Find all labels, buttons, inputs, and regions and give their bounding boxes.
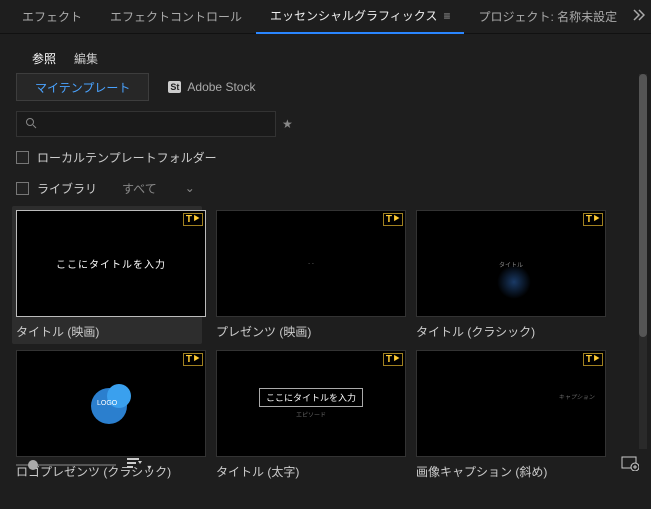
thumb-text: - - [308,261,314,267]
scrollbar-thumb[interactable] [639,74,647,337]
stock-icon: St [168,81,181,93]
sort-menu-button[interactable]: ▾ [126,456,151,473]
tab-essential-graphics[interactable]: エッセンシャルグラフィックス ≡ [256,0,464,34]
subtab-browse[interactable]: 参照 [32,50,56,67]
mogrt-badge-icon: T⯈ [183,213,203,226]
tab-effect-controls[interactable]: エフェクトコントロール [96,0,256,34]
thumb-subtext: エピソード [296,410,326,419]
zoom-slider[interactable] [16,464,116,466]
tab-label: エッセンシャルグラフィックス [270,7,437,24]
library-dropdown[interactable]: すべて ⌄ [113,176,204,200]
template-label: プレゼンツ (映画) [216,323,406,340]
overflow-icon[interactable] [631,8,645,25]
filter-library[interactable]: ライブラリ すべて ⌄ [16,176,635,200]
scrollbar[interactable] [639,74,647,449]
template-card[interactable]: T⯈ タイトル タイトル (クラシック) [416,210,606,340]
template-thumbnail: T⯈ - - [216,210,406,317]
thumb-text: ここにタイトルを入力 [56,256,166,271]
thumb-text: キャプション [558,392,596,401]
thumb-text: ここにタイトルを入力 [259,388,363,407]
chevron-down-icon: ⌄ [185,181,195,195]
panel-tabs: エフェクト エフェクトコントロール エッセンシャルグラフィックス ≡ プロジェク… [0,0,651,34]
source-tabs: マイテンプレート St Adobe Stock [16,73,635,101]
sub-tabs: 参照 編集 [16,40,635,73]
mogrt-badge-icon: T⯈ [383,353,403,366]
tab-project[interactable]: プロジェクト: 名称未設定 [464,0,631,34]
panel-menu-icon[interactable]: ≡ [443,9,450,23]
template-thumbnail: T⯈ ここにタイトルを入力 [16,210,206,317]
mogrt-badge-icon: T⯈ [583,353,603,366]
mogrt-badge-icon: T⯈ [183,353,203,366]
mogrt-badge-icon: T⯈ [583,213,603,226]
mogrt-badge-icon: T⯈ [383,213,403,226]
search-row: ★ [16,111,635,137]
template-card[interactable]: T⯈ ここにタイトルを入力 タイトル (映画) [12,206,202,344]
filter-label: ライブラリ [37,180,97,197]
template-thumbnail: T⯈ LOGO [16,350,206,457]
source-tab-label: Adobe Stock [187,80,255,94]
source-tab-adobe-stock[interactable]: St Adobe Stock [149,73,274,101]
favorites-star-icon[interactable]: ★ [282,117,293,131]
panel-body: 参照 編集 マイテンプレート St Adobe Stock ★ ローカルテンプレ… [0,34,651,479]
template-thumbnail: T⯈ キャプション [416,350,606,457]
new-item-button[interactable] [621,455,639,474]
checkbox-icon [16,182,29,195]
search-input[interactable] [37,117,267,131]
template-thumbnail: T⯈ ここにタイトルを入力 エピソード [216,350,406,457]
template-grid: T⯈ ここにタイトルを入力 タイトル (映画) T⯈ - - プレゼンツ (映画… [16,210,635,479]
template-label: タイトル (映画) [16,323,198,340]
subtab-edit[interactable]: 編集 [74,50,98,67]
template-card[interactable]: T⯈ - - プレゼンツ (映画) [216,210,406,340]
source-tab-my-templates[interactable]: マイテンプレート [16,73,149,101]
search-box[interactable] [16,111,276,137]
slider-handle-icon [28,460,38,470]
filter-label: ローカルテンプレートフォルダー [37,149,217,166]
template-thumbnail: T⯈ タイトル [416,210,606,317]
template-label: タイトル (クラシック) [416,323,606,340]
checkbox-icon [16,151,29,164]
dropdown-value: すべて [122,180,157,197]
footer-bar: ▾ [16,456,639,473]
filter-local-folder[interactable]: ローカルテンプレートフォルダー [16,149,635,166]
tab-effects[interactable]: エフェクト [8,0,96,34]
search-icon [25,117,37,132]
